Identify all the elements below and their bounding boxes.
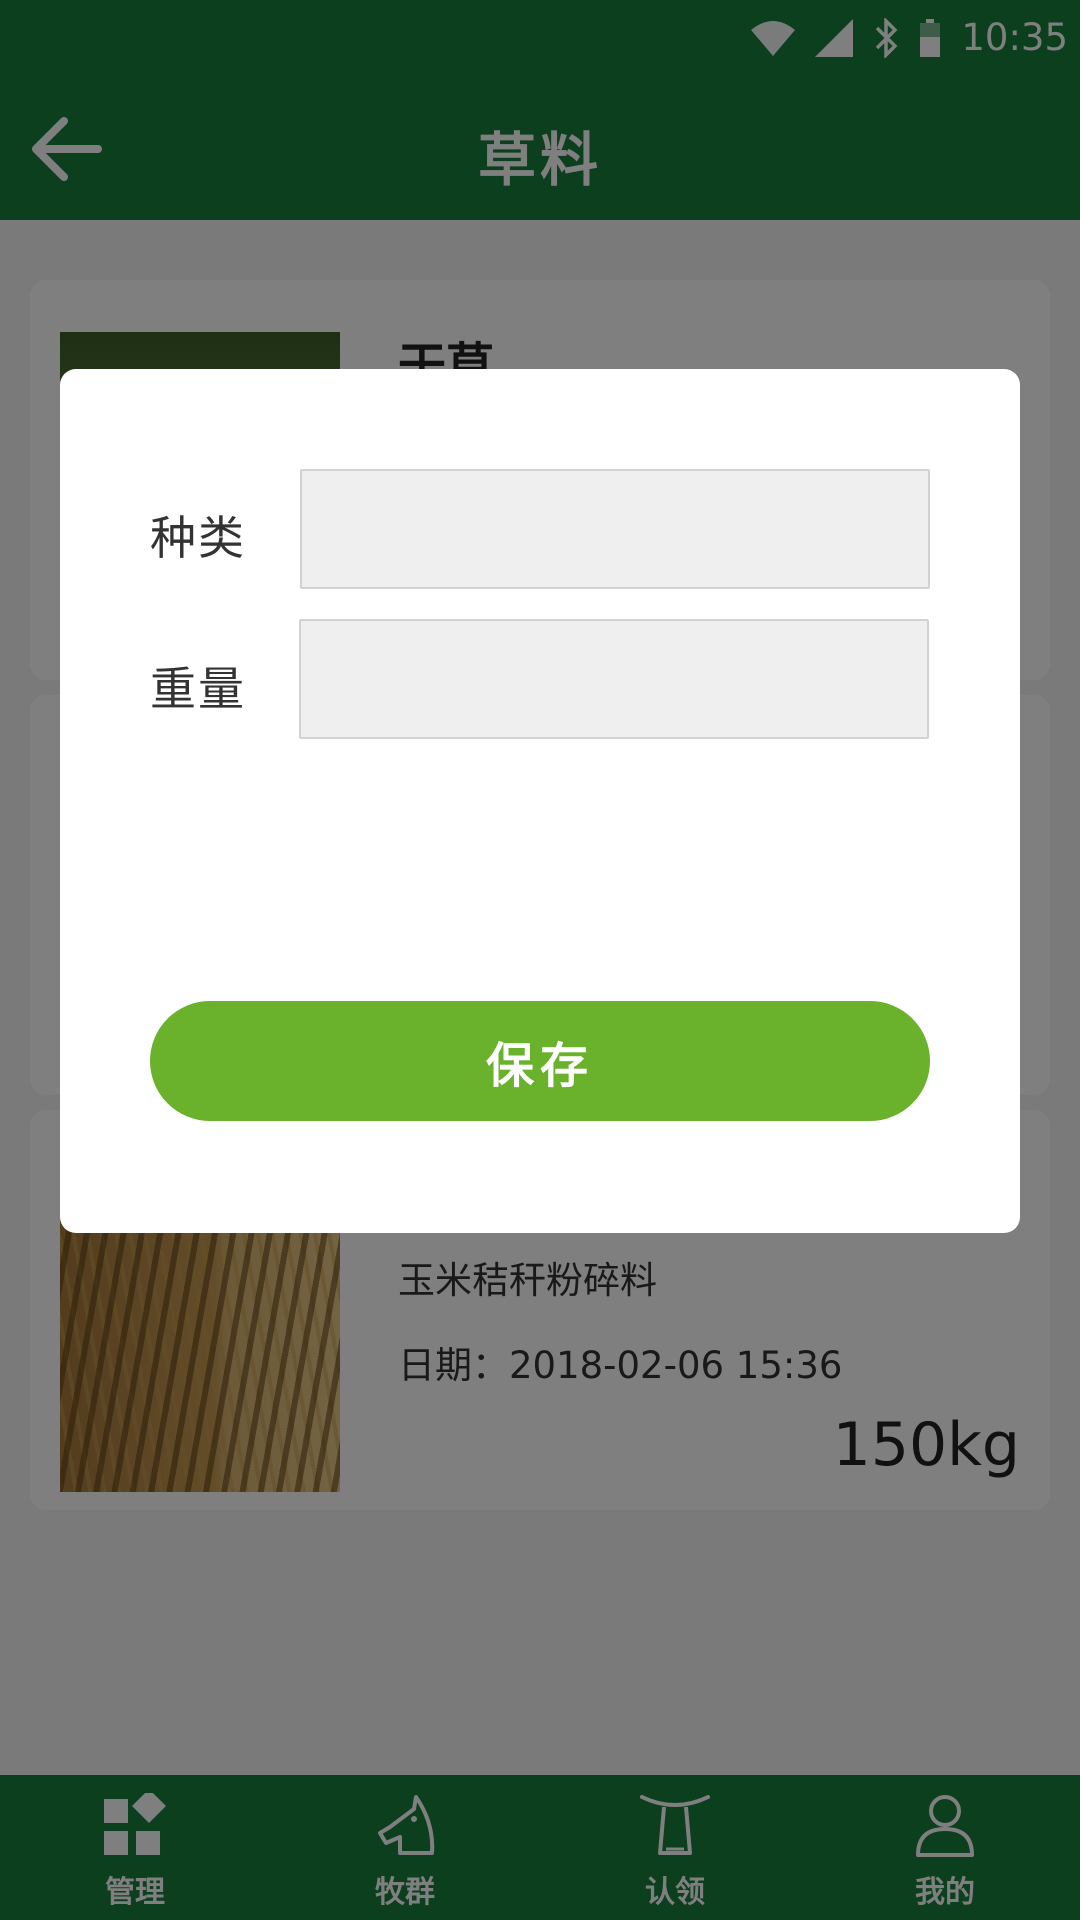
weight-label: 重量: [150, 662, 246, 716]
save-button[interactable]: 保存: [150, 1001, 930, 1121]
type-input[interactable]: [300, 469, 930, 589]
type-label: 种类: [150, 511, 246, 565]
weight-input[interactable]: [299, 619, 929, 739]
add-feed-dialog: 种类 重量 保存: [60, 369, 1020, 1233]
